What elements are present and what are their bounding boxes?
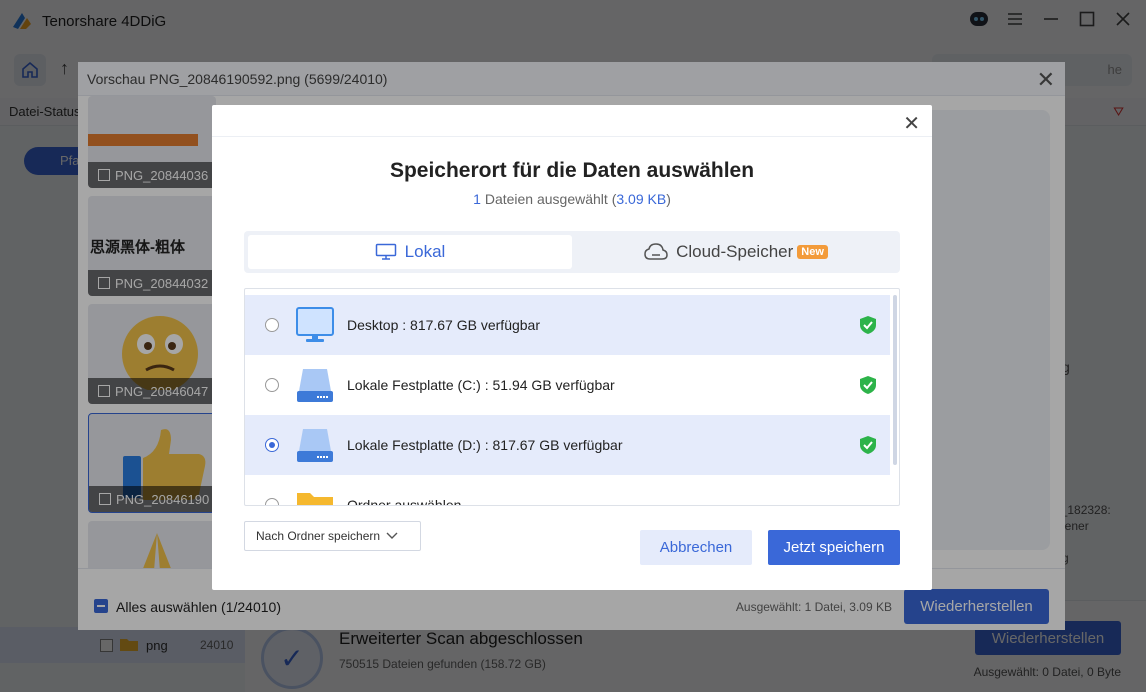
location-radio-selected[interactable] xyxy=(265,438,279,452)
location-radio[interactable] xyxy=(265,378,279,392)
monitor-icon xyxy=(296,307,334,342)
save-now-button[interactable]: Jetzt speichern xyxy=(768,530,900,565)
close-icon[interactable]: ✕ xyxy=(903,111,920,136)
location-radio[interactable] xyxy=(265,498,279,505)
chevron-down-icon xyxy=(386,532,398,539)
file-size: 3.09 KB xyxy=(616,191,667,207)
computer-icon xyxy=(375,243,396,260)
location-label: Lokale Festplatte (D:) : 817.67 GB verfü… xyxy=(347,437,623,453)
tab-cloud[interactable]: Cloud-Speicher New xyxy=(576,235,896,269)
location-drive-d[interactable]: Lokale Festplatte (D:) : 817.67 GB verfü… xyxy=(245,415,890,475)
location-radio[interactable] xyxy=(265,318,279,332)
save-mode-value: Nach Ordner speichern xyxy=(256,529,381,543)
location-label: Ordner auswählen xyxy=(347,497,462,506)
cloud-icon xyxy=(644,243,668,260)
location-drive-c[interactable]: Lokale Festplatte (C:) : 51.94 GB verfüg… xyxy=(245,355,890,415)
file-count: 1 xyxy=(473,191,481,207)
new-badge: New xyxy=(797,245,828,259)
shield-check-icon xyxy=(860,316,876,334)
subtitle-end: ) xyxy=(666,191,671,207)
location-desktop[interactable]: Desktop : 817.67 GB verfügbar xyxy=(245,295,890,355)
location-label: Lokale Festplatte (C:) : 51.94 GB verfüg… xyxy=(347,377,615,393)
subtitle-text: Dateien ausgewählt ( xyxy=(480,191,617,207)
hard-drive-icon xyxy=(297,429,333,462)
tab-cloud-label: Cloud-Speicher xyxy=(676,242,794,261)
location-list-scrollbar[interactable] xyxy=(893,295,897,465)
divider xyxy=(212,136,932,137)
folder-icon xyxy=(297,493,333,505)
shield-check-icon xyxy=(860,436,876,454)
save-location-dialog: ✕ Speicherort für die Daten auswählen 1 … xyxy=(212,105,932,590)
location-label: Desktop : 817.67 GB verfügbar xyxy=(347,317,540,333)
dialog-title: Speicherort für die Daten auswählen xyxy=(389,159,755,182)
tab-local[interactable]: Lokal xyxy=(248,235,572,269)
shield-check-icon xyxy=(860,376,876,394)
dialog-subtitle: 1 Dateien ausgewählt (3.09 KB) xyxy=(212,191,932,207)
tab-local-label: Lokal xyxy=(404,242,446,261)
location-choose-folder[interactable]: Ordner auswählen xyxy=(245,475,890,506)
storage-tabs: Lokal Cloud-Speicher New xyxy=(244,231,900,273)
cancel-button[interactable]: Abbrechen xyxy=(640,530,752,565)
hard-drive-icon xyxy=(297,369,333,402)
location-list: Desktop : 817.67 GB verfügbar Lokale Fes… xyxy=(244,288,900,506)
save-mode-dropdown[interactable]: Nach Ordner speichern xyxy=(244,521,421,551)
